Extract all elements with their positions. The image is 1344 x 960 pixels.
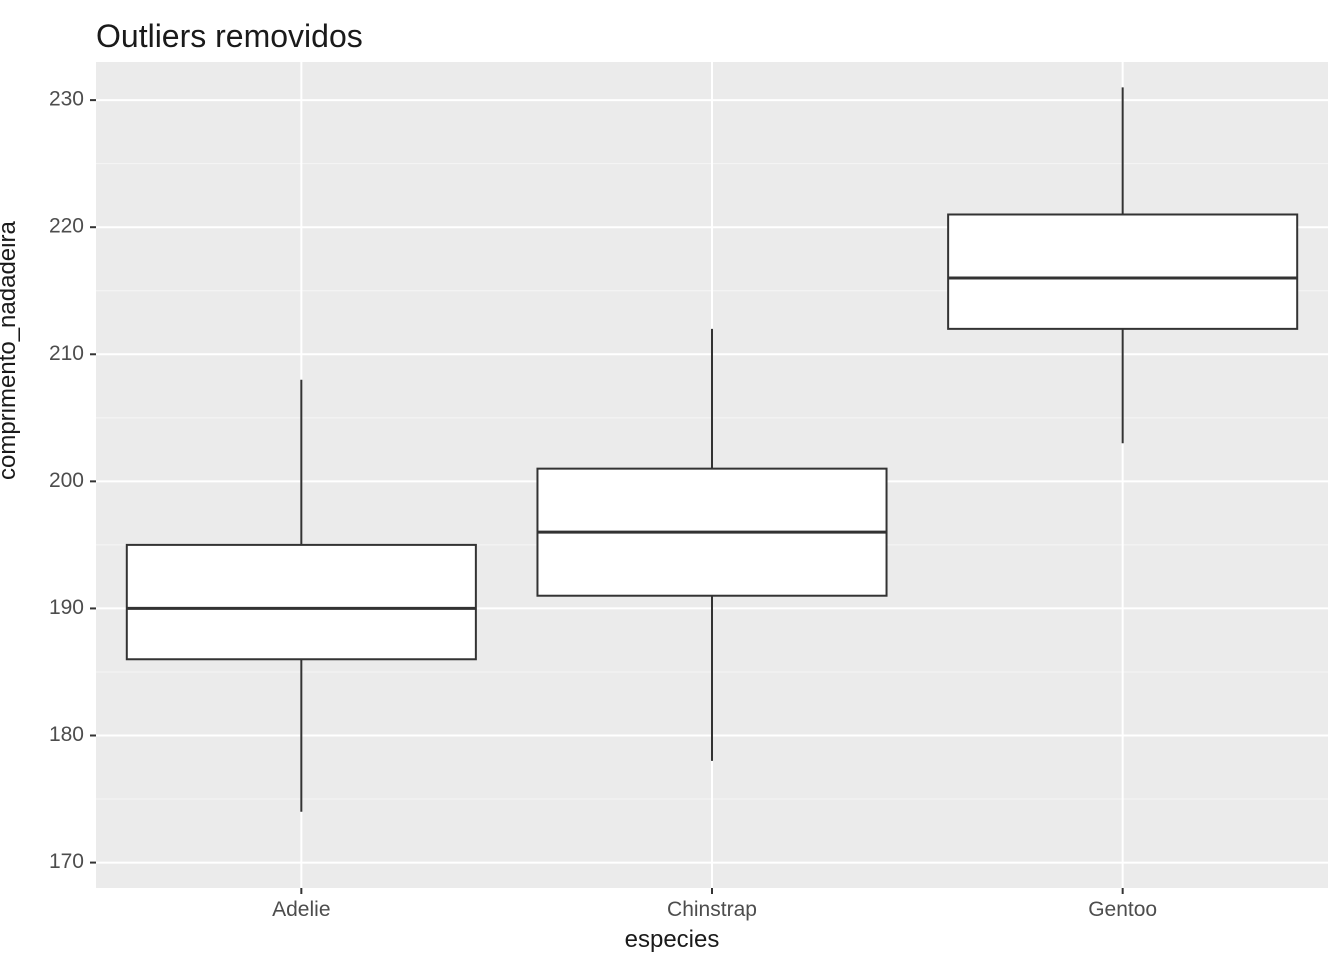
boxplot-chart: Outliers removidos comprimento_nadadeira… <box>0 0 1344 960</box>
x-tick-label: Chinstrap <box>667 898 757 921</box>
x-tick-label: Gentoo <box>1088 898 1157 921</box>
box <box>127 545 476 659</box>
y-tick-label: 170 <box>49 850 84 873</box>
y-tick-label: 230 <box>49 88 84 111</box>
y-axis-label: comprimento_nadadeira <box>0 221 22 480</box>
chart-svg: 170 180 190 200 210 220 230 Adelie Chinstrap Gent… <box>0 0 1344 960</box>
y-tick-label: 190 <box>49 596 84 619</box>
x-axis-label: especies <box>0 926 1344 954</box>
box <box>948 214 1297 328</box>
x-tick-label: Adelie <box>272 898 330 921</box>
y-tick-label: 200 <box>49 469 84 492</box>
chart-title: Outliers removidos <box>96 18 363 55</box>
y-tick-label: 180 <box>49 723 84 746</box>
y-tick-label: 210 <box>49 342 84 365</box>
y-tick-label: 220 <box>49 215 84 238</box>
